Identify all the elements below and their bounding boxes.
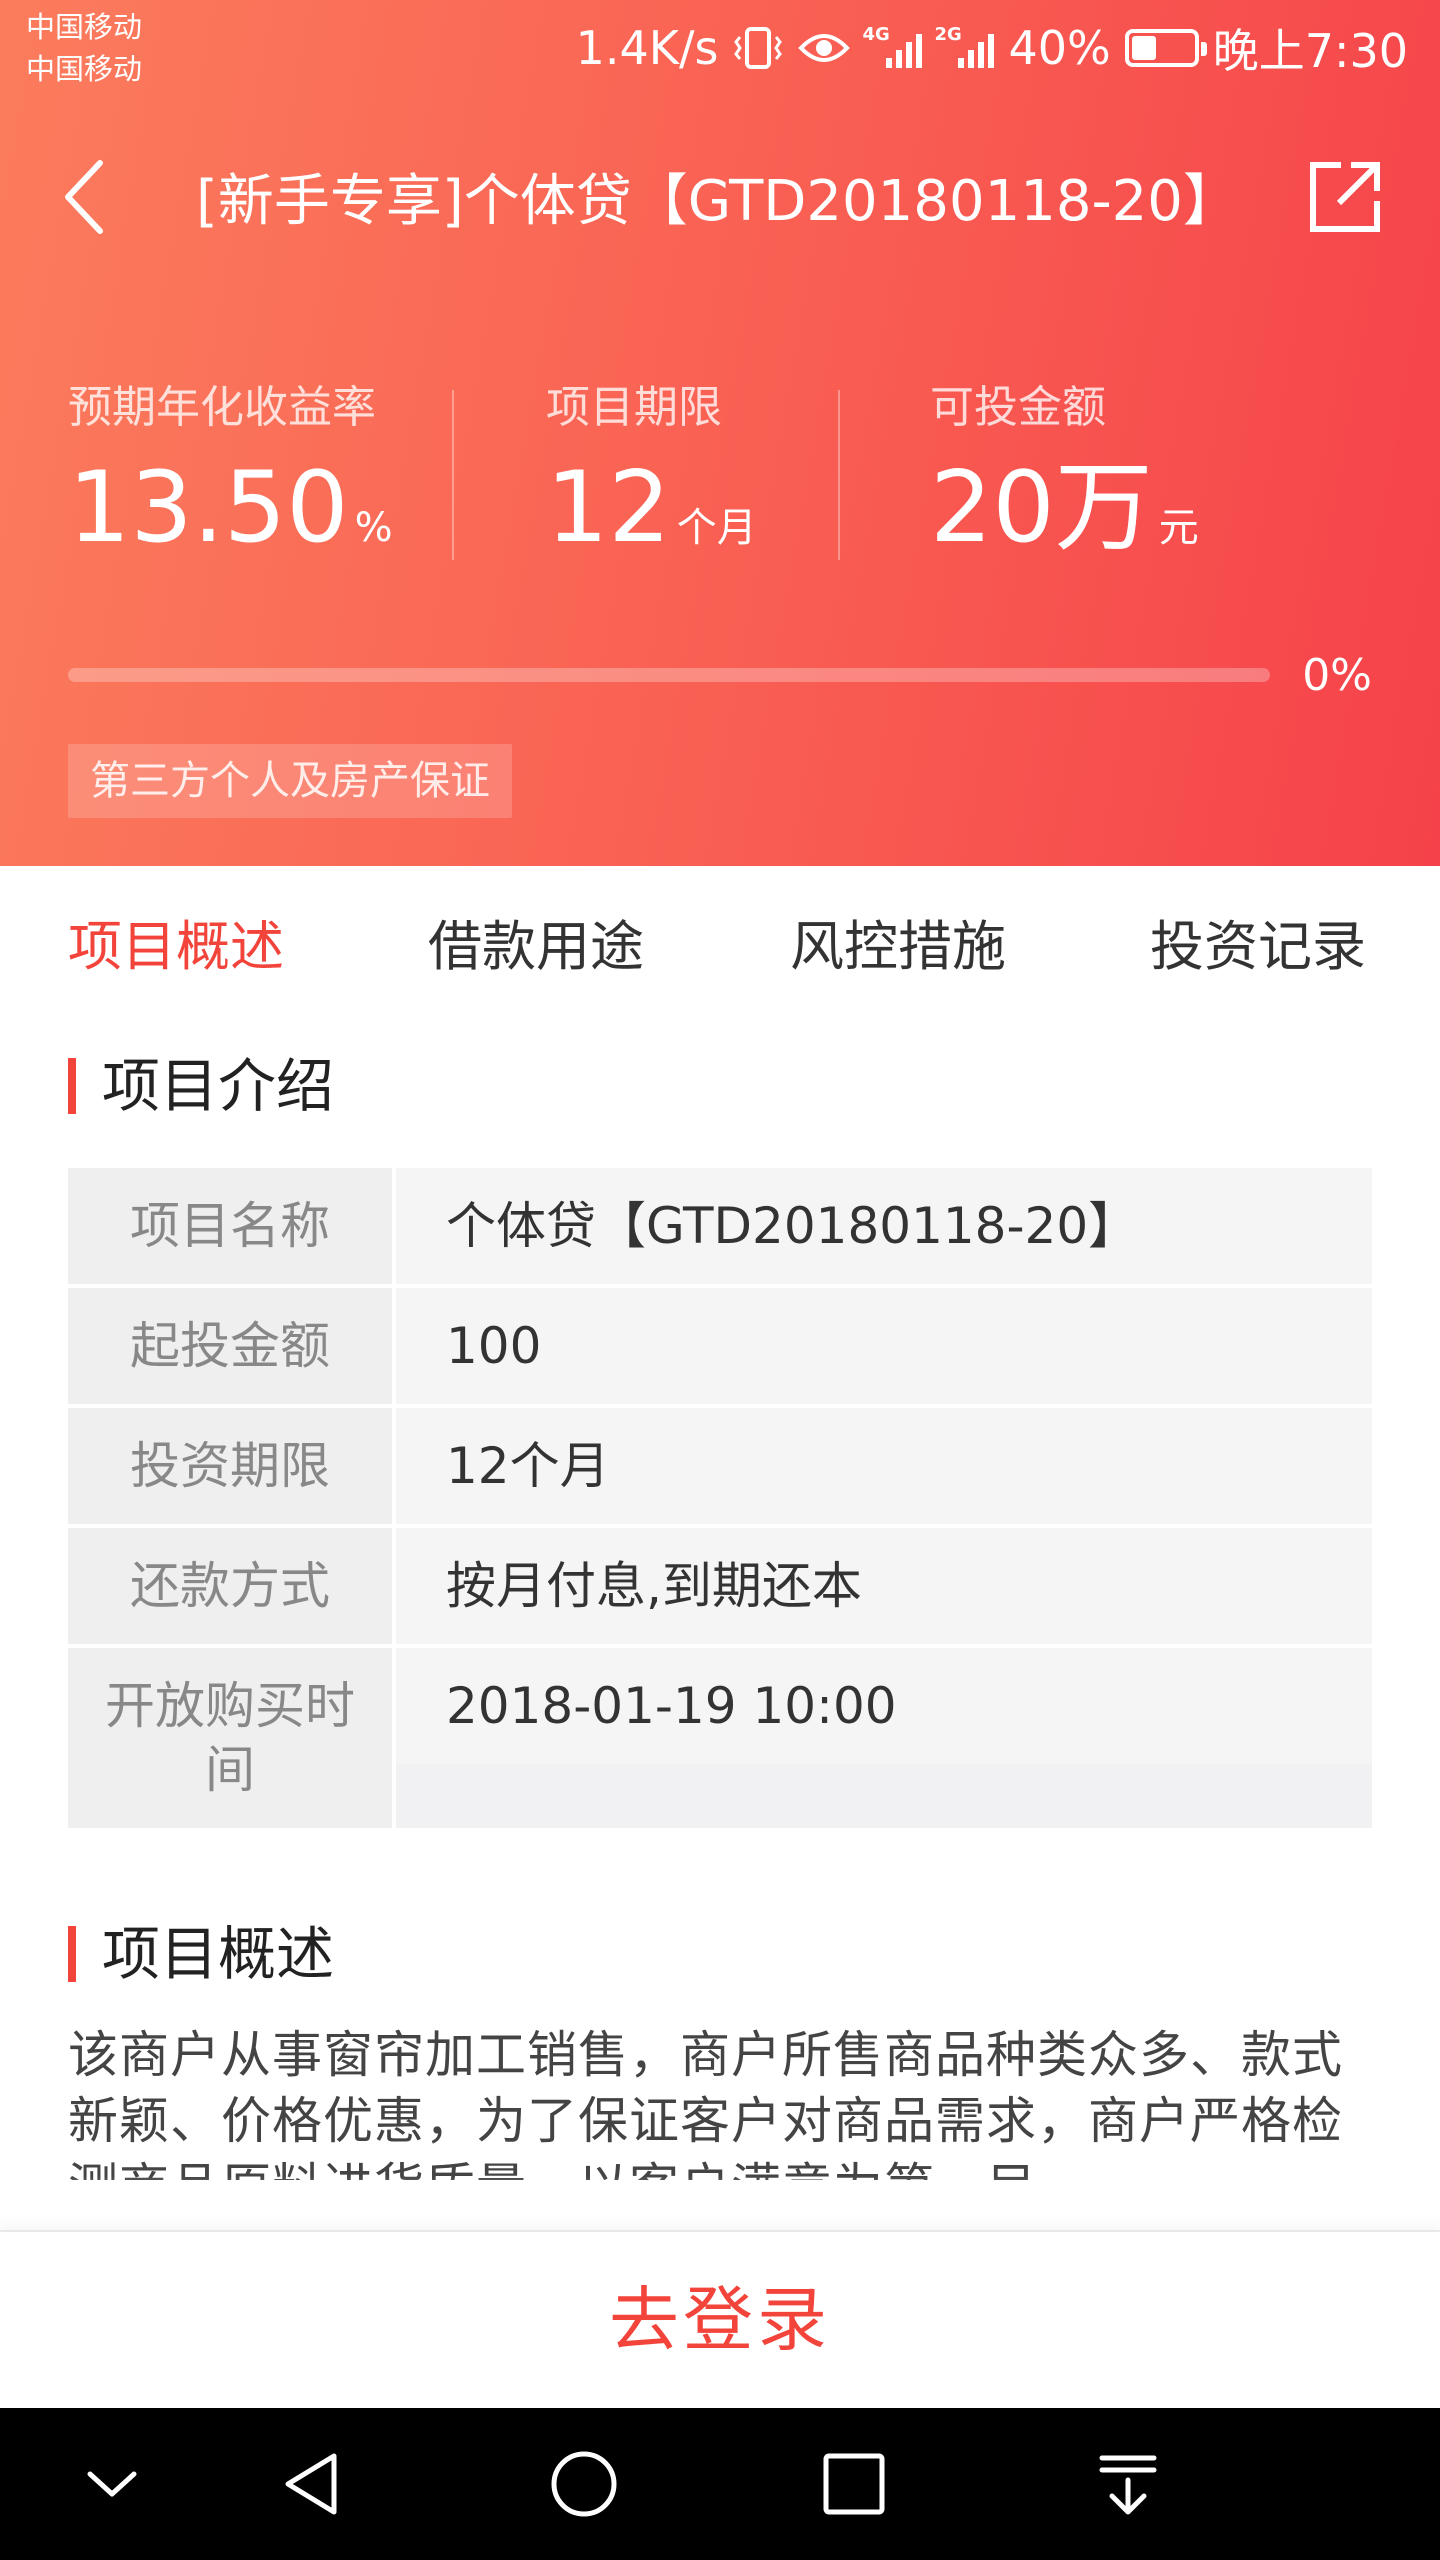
row-key: 起投金额 — [68, 1288, 392, 1404]
notification-pull-icon[interactable] — [1088, 2444, 1168, 2524]
tab-overview[interactable]: 项目概述 — [68, 912, 284, 982]
login-bar: 去登录 — [0, 2230, 1440, 2408]
share-external-icon — [1310, 162, 1380, 232]
tab-risk-control[interactable]: 风控措施 — [790, 912, 1006, 982]
amount-stat: 可投金额 20万元 — [930, 380, 1199, 570]
table-row: 开放购买时间 2018-01-19 10:00 — [68, 1648, 1372, 1828]
term-stat: 项目期限 12 个月 — [546, 380, 757, 570]
chevron-left-icon — [65, 160, 103, 234]
guarantee-tag: 第三方个人及房产保证 — [68, 744, 512, 818]
carrier-label-1: 中国移动 — [26, 10, 143, 44]
row-value: 2018-01-19 10:00 — [396, 1648, 1372, 1764]
table-row: 还款方式 按月付息,到期还本 — [68, 1528, 1372, 1644]
battery-percent: 40% — [1008, 21, 1111, 75]
term-value: 12 — [546, 451, 671, 565]
net-speed: 1.4K/s — [575, 21, 719, 75]
row-value: 按月付息,到期还本 — [396, 1528, 1372, 1644]
signal-4g-icon: 4G — [862, 24, 923, 68]
row-key: 项目名称 — [68, 1168, 392, 1284]
carrier-label-2: 中国移动 — [26, 52, 143, 86]
content-fade — [0, 2176, 1440, 2226]
rate-unit: % — [354, 505, 393, 551]
row-value: 个体贷【GTD20180118-20】 — [396, 1168, 1372, 1284]
table-row: 项目名称 个体贷【GTD20180118-20】 — [68, 1168, 1372, 1284]
clock: 晚上7:30 — [1212, 24, 1408, 78]
intro-title-text: 项目介绍 — [102, 1052, 335, 1120]
status-bar: 中国移动 中国移动 1.4K/s 4G 2G 40% 晚上7:30 — [0, 0, 1440, 100]
table-row: 起投金额 100 — [68, 1288, 1372, 1404]
section-accent-bar — [68, 1058, 76, 1114]
term-label: 项目期限 — [546, 382, 722, 433]
row-key: 开放购买时间 — [68, 1648, 392, 1828]
row-value: 12个月 — [396, 1408, 1372, 1524]
battery-icon — [1124, 29, 1207, 67]
recents-square-icon[interactable] — [814, 2444, 894, 2524]
tab-loan-purpose[interactable]: 借款用途 — [428, 912, 644, 982]
eye-comfort-icon — [798, 28, 851, 68]
vibrate-icon — [732, 25, 784, 71]
chevron-down-icon[interactable] — [72, 2444, 152, 2524]
amount-unit: 元 — [1158, 505, 1199, 551]
status-indicators: 1.4K/s 4G 2G 40% 晚上7:30 — [576, 18, 1408, 78]
top-navbar: [新手专享]个体贷【GTD20180118-20】 — [0, 130, 1440, 270]
system-navigation-bar — [0, 2408, 1440, 2560]
amount-label: 可投金额 — [930, 382, 1106, 433]
login-button[interactable]: 去登录 — [609, 2275, 831, 2365]
amount-value: 20万 — [930, 451, 1153, 565]
stat-divider — [452, 390, 454, 560]
signal-2g-icon: 2G — [934, 24, 995, 68]
row-value-padding — [396, 1764, 1372, 1828]
row-key: 投资期限 — [68, 1408, 392, 1524]
stat-divider — [838, 390, 840, 560]
overview-section-title: 项目概述 — [68, 1918, 334, 1990]
back-triangle-icon[interactable] — [272, 2444, 352, 2524]
intro-section-title: 项目介绍 — [68, 1050, 334, 1122]
detail-tabs: 项目概述 借款用途 风控措施 投资记录 — [0, 866, 1440, 1026]
overview-title-text: 项目概述 — [102, 1920, 335, 1988]
project-info-table: 项目名称 个体贷【GTD20180118-20】 起投金额 100 投资期限 1… — [68, 1168, 1372, 1832]
progress-percent: 0% — [1302, 650, 1372, 701]
table-row: 投资期限 12个月 — [68, 1408, 1372, 1524]
back-button[interactable] — [40, 152, 130, 242]
rate-stat: 预期年化收益率 13.50% — [68, 380, 393, 570]
rate-value: 13.50 — [68, 451, 349, 565]
section-accent-bar — [68, 1926, 76, 1982]
share-button[interactable] — [1300, 152, 1390, 242]
progress-bar — [68, 668, 1270, 682]
tab-investment-records[interactable]: 投资记录 — [1150, 912, 1366, 982]
row-key: 还款方式 — [68, 1528, 392, 1644]
home-circle-icon[interactable] — [544, 2444, 624, 2524]
rate-label: 预期年化收益率 — [68, 382, 376, 433]
term-unit: 个月 — [676, 505, 757, 551]
project-header: 中国移动 中国移动 1.4K/s 4G 2G 40% 晚上7:30 [新手专享]… — [0, 0, 1440, 866]
overview-description: 该商户从事窗帘加工销售，商户所售商品种类众多、款式新颖、价格优惠，为了保证客户对… — [68, 2026, 1343, 2180]
page-title: [新手专享]个体贷【GTD20180118-20】 — [196, 169, 1239, 234]
row-value: 100 — [396, 1288, 1372, 1404]
investment-stats: 预期年化收益率 13.50% 项目期限 12 个月 可投金额 20万元 — [68, 380, 1372, 570]
